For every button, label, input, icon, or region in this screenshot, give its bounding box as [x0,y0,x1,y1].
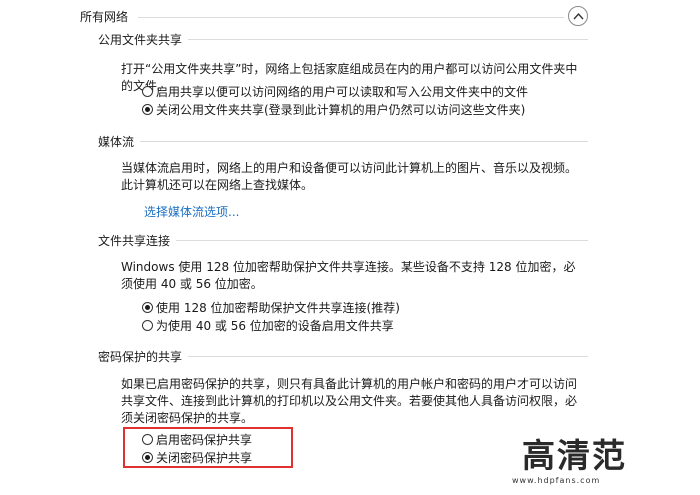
section-divider [140,141,588,142]
public-folder-section-header: 公用文件夹共享 [98,31,588,47]
encryption-40-56-option[interactable]: 为使用 40 或 56 位加密的设备启用文件共享 [142,317,394,333]
file-sharing-title: 文件共享连接 [98,234,171,248]
radio-button[interactable] [142,319,153,331]
all-networks-title: 所有网络 [80,10,129,24]
public-folder-enable-option[interactable]: 启用共享以便可以访问网络的用户可以读取和写入公用文件夹中的文件 [142,83,528,99]
radio-label: 关闭密码保护共享 [156,450,253,465]
media-title: 媒体流 [98,135,135,149]
section-divider [176,240,588,241]
all-networks-header: 所有网络 [80,6,588,26]
radio-label: 为使用 40 或 56 位加密的设备启用文件共享 [156,318,394,333]
chevron-up-icon [573,12,584,20]
file-sharing-section-header: 文件共享连接 [98,232,588,248]
watermark-logo: 高清范 www.hdpfans.com [512,429,652,489]
file-sharing-description: Windows 使用 128 位加密帮助保护文件共享连接。某些设备不支持 128… [121,260,576,291]
media-section-header: 媒体流 [98,133,588,149]
encryption-128-option[interactable]: 使用 128 位加密帮助保护文件共享连接(推荐) [142,299,400,315]
radio-button-selected[interactable] [142,301,153,313]
password-section-header: 密码保护的共享 [98,348,588,364]
public-folder-title: 公用文件夹共享 [98,33,183,47]
header-divider [138,17,564,18]
watermark-url: www.hdpfans.com [512,476,601,485]
password-disable-option[interactable]: 关闭密码保护共享 [142,449,252,465]
radio-button[interactable] [142,433,153,445]
watermark-text: 高清范 [522,436,627,475]
radio-label: 启用共享以便可以访问网络的用户可以读取和写入公用文件夹中的文件 [156,84,529,99]
radio-label: 启用密码保护共享 [156,432,253,447]
media-description: 当媒体流启用时，网络上的用户和设备便可以访问此计算机上的图片、音乐以及视频。此计… [121,161,578,192]
password-title: 密码保护的共享 [98,350,183,364]
public-folder-disable-option[interactable]: 关闭公用文件夹共享(登录到此计算机的用户仍然可以访问这些文件夹) [142,101,525,117]
section-divider [188,39,588,40]
radio-button[interactable] [142,85,153,97]
radio-button-selected[interactable] [142,103,153,115]
radio-label: 关闭公用文件夹共享(登录到此计算机的用户仍然可以访问这些文件夹) [156,102,526,117]
radio-button-selected[interactable] [142,451,153,463]
section-divider [188,356,588,357]
password-description: 如果已启用密码保护的共享，则只有具备此计算机的用户帐户和密码的用户才可以访问共享… [121,377,578,425]
media-streaming-options-link[interactable]: 选择媒体流选项... [144,203,239,220]
collapse-button[interactable] [568,6,588,26]
radio-label: 使用 128 位加密帮助保护文件共享连接(推荐) [156,300,400,315]
password-enable-option[interactable]: 启用密码保护共享 [142,431,252,447]
